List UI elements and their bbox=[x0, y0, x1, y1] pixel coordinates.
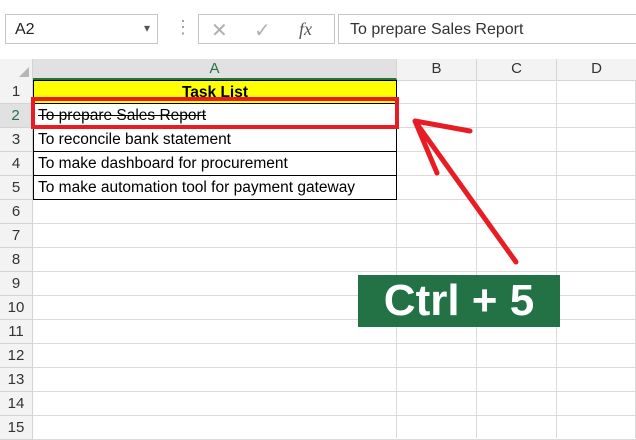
annotation-arrow bbox=[412, 118, 519, 265]
shortcut-banner: Ctrl + 5 bbox=[358, 275, 560, 327]
arrow-shaft bbox=[414, 121, 519, 265]
